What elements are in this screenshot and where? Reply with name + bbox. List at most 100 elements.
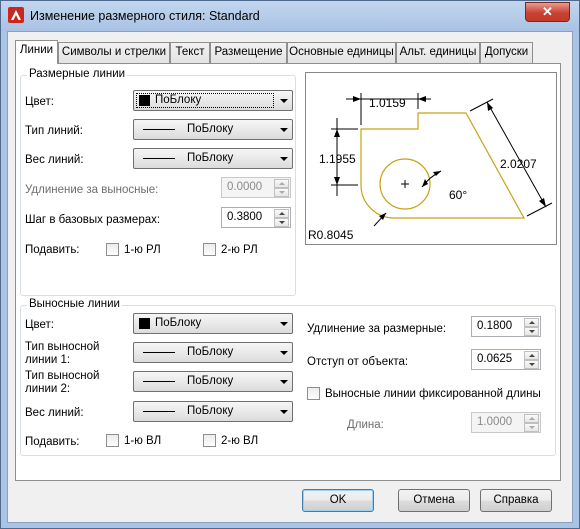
close-button[interactable]: ✕ bbox=[525, 2, 570, 22]
preview-dim-diagonal: 2.0207 bbox=[500, 157, 537, 171]
extension-lines-group: Выносные линии Цвет: ПоБлоку Тип выносно… bbox=[20, 298, 556, 456]
preview-dim-angle: 60° bbox=[449, 188, 467, 202]
lineweight-label: Вес линий: bbox=[25, 154, 84, 166]
ext-linetype-2-dropdown[interactable]: ПоБлоку bbox=[133, 371, 293, 392]
color-label: Цвет: bbox=[25, 96, 54, 108]
tab-text[interactable]: Текст bbox=[170, 42, 210, 63]
title-bar[interactable]: Изменение размерного стиля: Standard ✕ bbox=[1, 1, 579, 31]
line-sample-icon bbox=[143, 158, 175, 159]
suppress-label: Подавить: bbox=[25, 244, 80, 256]
chevron-down-icon bbox=[280, 99, 288, 103]
offset-from-origin-spinner[interactable]: 0.0625 bbox=[471, 349, 541, 370]
tab-label: Текст bbox=[175, 46, 205, 58]
color-swatch bbox=[139, 318, 150, 329]
spinner-value: 0.0000 bbox=[227, 181, 263, 193]
ext-linetype-1-dropdown[interactable]: ПоБлоку bbox=[133, 342, 293, 363]
group-title: Размерные линии bbox=[27, 68, 128, 80]
linetype-label: Тип линий: bbox=[25, 125, 83, 137]
offset-from-origin-label: Отступ от объекта: bbox=[307, 356, 409, 368]
suppress-dim-line-2-label: 2-ю РЛ bbox=[221, 244, 258, 256]
line-sample-icon bbox=[143, 411, 175, 412]
suppress-dim-line-1-checkbox[interactable] bbox=[106, 243, 119, 256]
ok-button[interactable]: OK bbox=[302, 489, 374, 512]
focus-rectangle bbox=[136, 93, 274, 108]
baseline-spacing-label: Шаг в базовых размерах: bbox=[25, 214, 161, 226]
tab-label: Допуски bbox=[484, 46, 529, 58]
suppress-dim-line-1-label: 1-ю РЛ bbox=[124, 244, 161, 256]
spin-down-icon[interactable] bbox=[274, 188, 289, 197]
extend-beyond-dim-lines-label: Удлинение за размерные: bbox=[307, 323, 447, 335]
preview-dim-left: 1.1955 bbox=[319, 152, 356, 166]
preview-dim-radius: R0.8045 bbox=[308, 228, 354, 242]
ext-linetype-1-label-line1: Тип выносной bbox=[25, 341, 100, 353]
dialog-window: Изменение размерного стиля: Standard ✕ Л… bbox=[0, 0, 580, 529]
spin-up-icon[interactable] bbox=[524, 351, 539, 360]
help-button[interactable]: Справка bbox=[480, 489, 552, 512]
cancel-button[interactable]: Отмена bbox=[398, 489, 470, 512]
preview-dim-top: 1.0159 bbox=[369, 96, 406, 110]
suppress-label: Подавить: bbox=[25, 436, 80, 448]
dialog-client-area: Линии Символы и стрелки Текст Размещение… bbox=[7, 31, 573, 523]
close-icon: ✕ bbox=[542, 4, 553, 19]
chevron-down-icon bbox=[280, 157, 288, 161]
spin-down-icon[interactable] bbox=[524, 327, 539, 336]
tab-lines[interactable]: Линии bbox=[15, 40, 58, 64]
spinner-value: 1.0000 bbox=[477, 416, 513, 428]
autocad-a-icon bbox=[8, 7, 24, 23]
chevron-down-icon bbox=[280, 322, 288, 326]
fixed-length-ext-lines-checkbox[interactable] bbox=[307, 387, 320, 400]
ext-linetype-2-label-line1: Тип выносной bbox=[25, 370, 100, 382]
window-title: Изменение размерного стиля: Standard bbox=[30, 9, 260, 23]
spin-up-icon[interactable] bbox=[524, 414, 539, 423]
spin-up-icon[interactable] bbox=[274, 179, 289, 188]
chevron-down-icon bbox=[280, 128, 288, 132]
dim-linetype-dropdown[interactable]: ПоБлоку bbox=[133, 119, 293, 140]
length-label: Длина: bbox=[347, 419, 384, 431]
ext-linetype-1-label-line2: линии 1: bbox=[25, 354, 71, 366]
dimension-lines-group: Размерные линии Цвет: ПоБлоку Тип линий:… bbox=[20, 68, 296, 296]
tab-fit[interactable]: Размещение bbox=[210, 42, 287, 63]
fixed-length-ext-lines-label: Выносные линии фиксированной длины bbox=[325, 388, 541, 400]
suppress-dim-line-2-checkbox[interactable] bbox=[203, 243, 216, 256]
tab-alternate-units[interactable]: Альт. единицы bbox=[396, 42, 480, 63]
chevron-down-icon bbox=[280, 410, 288, 414]
spin-down-icon[interactable] bbox=[274, 218, 289, 227]
tab-primary-units[interactable]: Основные единицы bbox=[287, 42, 396, 63]
extend-beyond-ticks-spinner[interactable]: 0.0000 bbox=[221, 177, 291, 198]
tab-label: Альт. единицы bbox=[399, 46, 477, 58]
extend-beyond-dim-lines-spinner[interactable]: 0.1800 bbox=[471, 316, 541, 337]
tab-tolerances[interactable]: Допуски bbox=[480, 42, 533, 63]
ext-lineweight-dropdown[interactable]: ПоБлоку bbox=[133, 401, 293, 422]
dim-line-color-dropdown[interactable]: ПоБлоку bbox=[133, 90, 293, 111]
ext-linetype-2-label-line2: линии 2: bbox=[25, 383, 71, 395]
chevron-down-icon bbox=[280, 351, 288, 355]
ext-lineweight-label: Вес линий: bbox=[25, 407, 84, 419]
tab-label: Символы и стрелки bbox=[61, 46, 167, 58]
suppress-ext-line-2-checkbox[interactable] bbox=[203, 434, 216, 447]
spin-up-icon[interactable] bbox=[274, 209, 289, 218]
line-sample-icon bbox=[143, 381, 175, 382]
spinner-value: 0.0625 bbox=[477, 353, 513, 365]
tab-symbols-arrows[interactable]: Символы и стрелки bbox=[58, 42, 170, 63]
line-sample-icon bbox=[143, 352, 175, 353]
dim-lineweight-dropdown[interactable]: ПоБлоку bbox=[133, 148, 293, 169]
group-title: Выносные линии bbox=[27, 298, 122, 310]
spinner-value: 0.1800 bbox=[477, 320, 513, 332]
tab-label: Линии bbox=[19, 44, 54, 56]
dimension-preview-drawing: 1.0159 1.1955 2.0207 60° R0.8045 bbox=[308, 93, 553, 242]
extend-beyond-ticks-label: Удлинение за выносные: bbox=[25, 184, 159, 196]
ext-line-color-dropdown[interactable]: ПоБлоку bbox=[133, 313, 293, 334]
spinner-value: 0.3800 bbox=[227, 211, 263, 223]
line-sample-icon bbox=[143, 129, 175, 130]
preview-image: 1.0159 1.1955 2.0207 60° R0.8045 bbox=[305, 72, 557, 245]
spin-up-icon[interactable] bbox=[524, 318, 539, 327]
chevron-down-icon bbox=[280, 380, 288, 384]
tab-panel-lines: Размерные линии Цвет: ПоБлоку Тип линий:… bbox=[15, 63, 561, 481]
suppress-ext-line-1-label: 1-ю ВЛ bbox=[124, 435, 162, 447]
tab-label: Основные единицы bbox=[289, 46, 394, 58]
fixed-length-spinner[interactable]: 1.0000 bbox=[471, 412, 541, 433]
suppress-ext-line-1-checkbox[interactable] bbox=[106, 434, 119, 447]
baseline-spacing-spinner[interactable]: 0.3800 bbox=[221, 207, 291, 228]
spin-down-icon[interactable] bbox=[524, 423, 539, 432]
spin-down-icon[interactable] bbox=[524, 360, 539, 369]
